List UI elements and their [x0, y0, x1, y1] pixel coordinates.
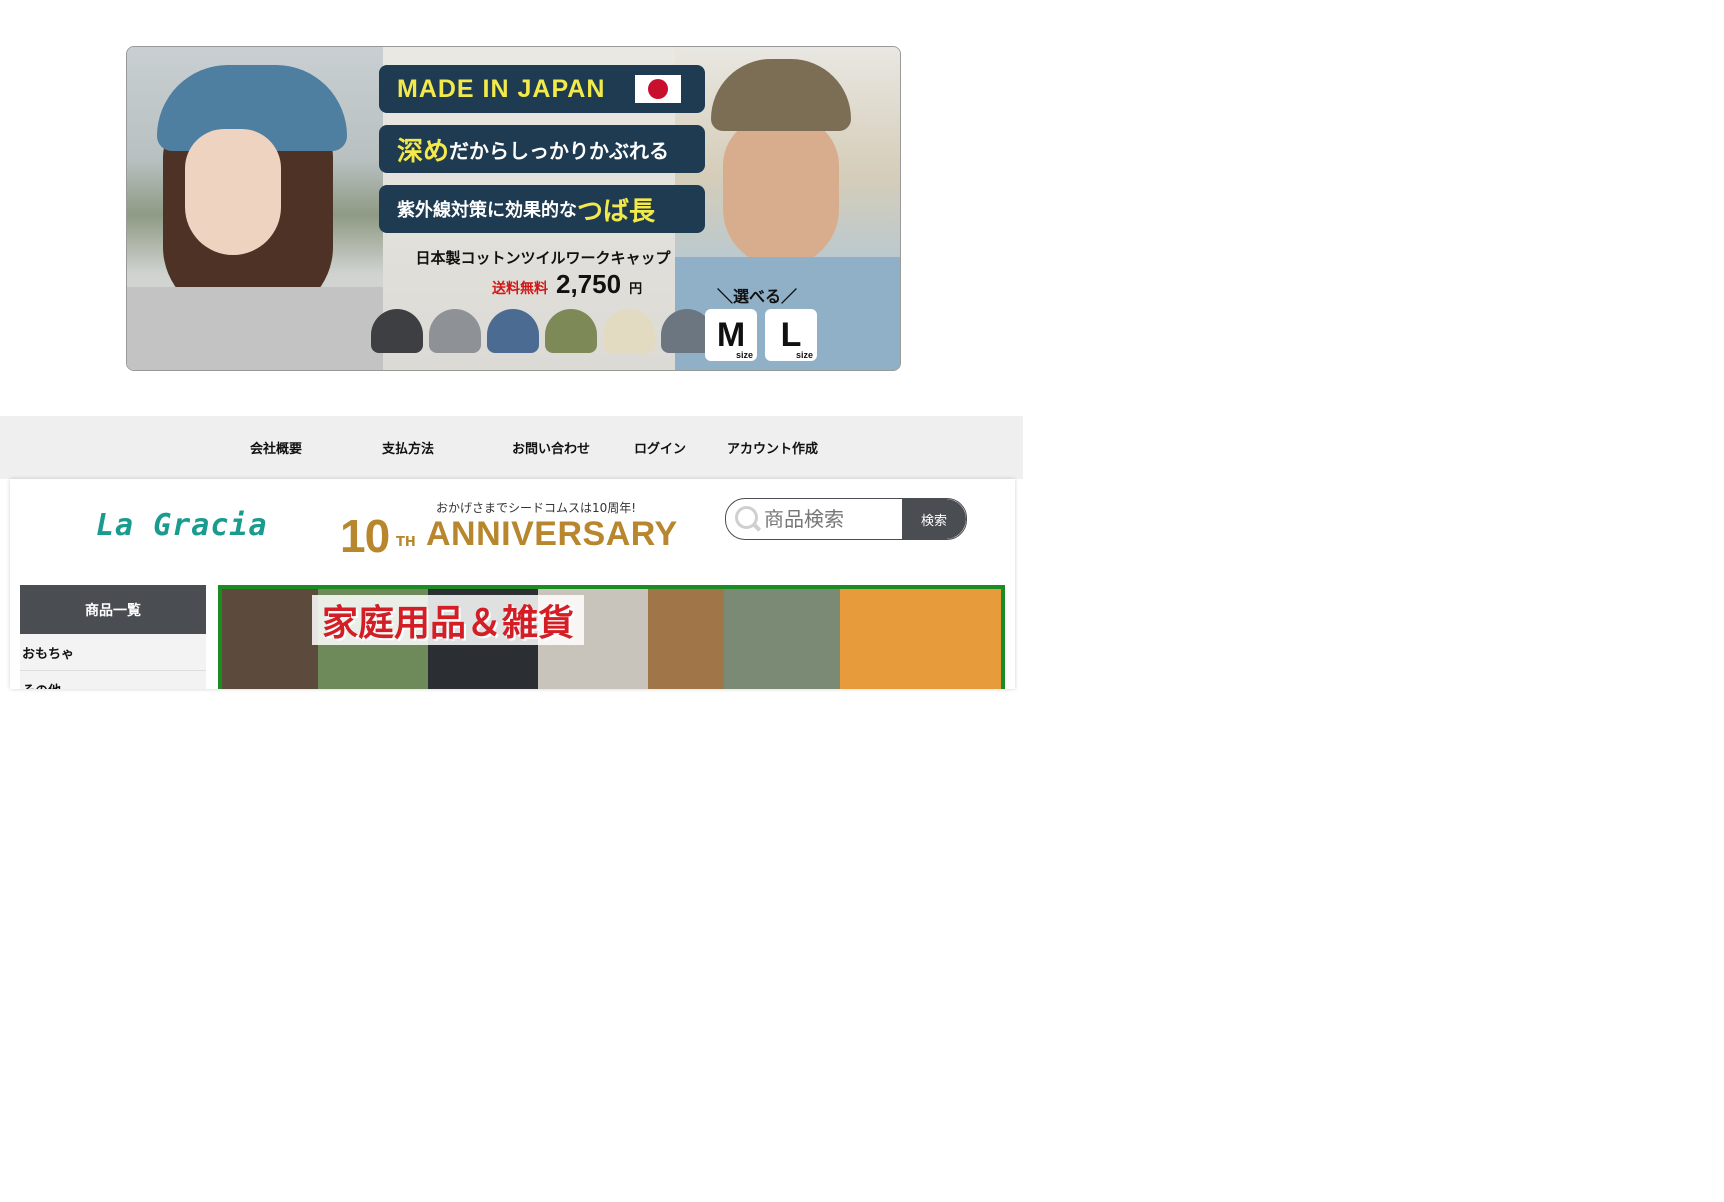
deep-fit-line: 深め だからしっかりかぶれる — [379, 125, 705, 173]
cap-swatch-icon — [603, 309, 655, 353]
made-in-japan-badge: MADE IN JAPAN — [379, 65, 705, 113]
cap-swatch-icon — [429, 309, 481, 353]
promo-banner[interactable]: MADE IN JAPAN 深め だからしっかりかぶれる 紫外線対策に効果的な … — [126, 46, 901, 371]
woman-photo — [127, 47, 383, 370]
anniversary-suffix: TH — [396, 535, 416, 550]
search-button[interactable]: 検索 — [902, 499, 966, 539]
banner-photo-tile — [222, 589, 318, 689]
nav-create-account-link[interactable]: アカウント作成 — [727, 438, 818, 457]
promo-price: 2,750 — [556, 269, 622, 299]
size-m-suffix: size — [735, 350, 753, 360]
search-icon — [726, 499, 762, 539]
category-banner-title: 家庭用品＆雑貨 — [312, 595, 585, 645]
anniversary-banner: おかげさまでシードコムスは10周年! 10 TH ANNIVERSARY — [340, 499, 677, 562]
sidebar-heading: 商品一覧 — [20, 585, 206, 634]
promo-price-row: 送料無料 2,750 円 — [492, 269, 642, 300]
banner-photo-tile — [840, 589, 1001, 689]
banner-photo-tile — [648, 589, 724, 689]
size-m-letter: M — [716, 315, 746, 354]
nav-payment-link[interactable]: 支払方法 — [382, 438, 434, 457]
cap-swatch-icon — [487, 309, 539, 353]
long-brim-line: 紫外線対策に効果的な つば長 — [379, 185, 705, 233]
choose-size-label: ＼選べる／ — [717, 287, 798, 306]
category-sidebar: 商品一覧 おもちゃ その他 — [20, 585, 206, 689]
deep-fit-text: だからしっかりかぶれる — [449, 140, 670, 163]
cap-swatch-icon — [545, 309, 597, 353]
sidebar-item-toys[interactable]: おもちゃ — [20, 634, 206, 671]
anniversary-thanks: おかげさまでシードコムスは10周年! — [436, 501, 637, 515]
free-shipping-label: 送料無料 — [492, 281, 548, 297]
size-m-badge: M size — [705, 309, 757, 361]
japan-flag-icon — [635, 75, 681, 103]
nav-company-link[interactable]: 会社概要 — [250, 438, 302, 457]
size-l-letter: L — [780, 315, 802, 354]
page-container: La Gracia おかげさまでシードコムスは10周年! 10 TH ANNIV… — [10, 479, 1015, 689]
promo-price-unit: 円 — [629, 282, 643, 297]
top-nav: 会社概要 支払方法 お問い合わせ ログイン アカウント作成 — [0, 416, 1023, 479]
anniversary-word: ANNIVERSARY — [426, 515, 678, 553]
nav-contact-link[interactable]: お問い合わせ — [512, 438, 590, 457]
promo-product-name: 日本製コットンツイルワークキャップ — [415, 249, 671, 267]
size-l-suffix: size — [795, 350, 813, 360]
search-form: 検索 — [725, 498, 967, 540]
sidebar-item-other[interactable]: その他 — [20, 671, 206, 689]
cap-swatch-icon — [371, 309, 423, 353]
banner-photo-tile — [724, 589, 840, 689]
size-l-badge: L size — [765, 309, 817, 361]
nav-login-link[interactable]: ログイン — [634, 438, 686, 457]
site-logo[interactable]: La Gracia — [96, 508, 268, 543]
long-brim-highlight: つば長 — [577, 195, 656, 226]
search-input[interactable] — [762, 499, 894, 539]
made-in-japan-text: MADE IN JAPAN — [397, 74, 606, 103]
anniversary-number: 10 — [340, 510, 390, 562]
deep-fit-highlight: 深め — [397, 135, 450, 166]
category-banner-household[interactable]: 家庭用品＆雑貨 — [218, 585, 1005, 689]
long-brim-text: 紫外線対策に効果的な — [397, 200, 577, 220]
cap-color-swatches — [371, 309, 713, 353]
